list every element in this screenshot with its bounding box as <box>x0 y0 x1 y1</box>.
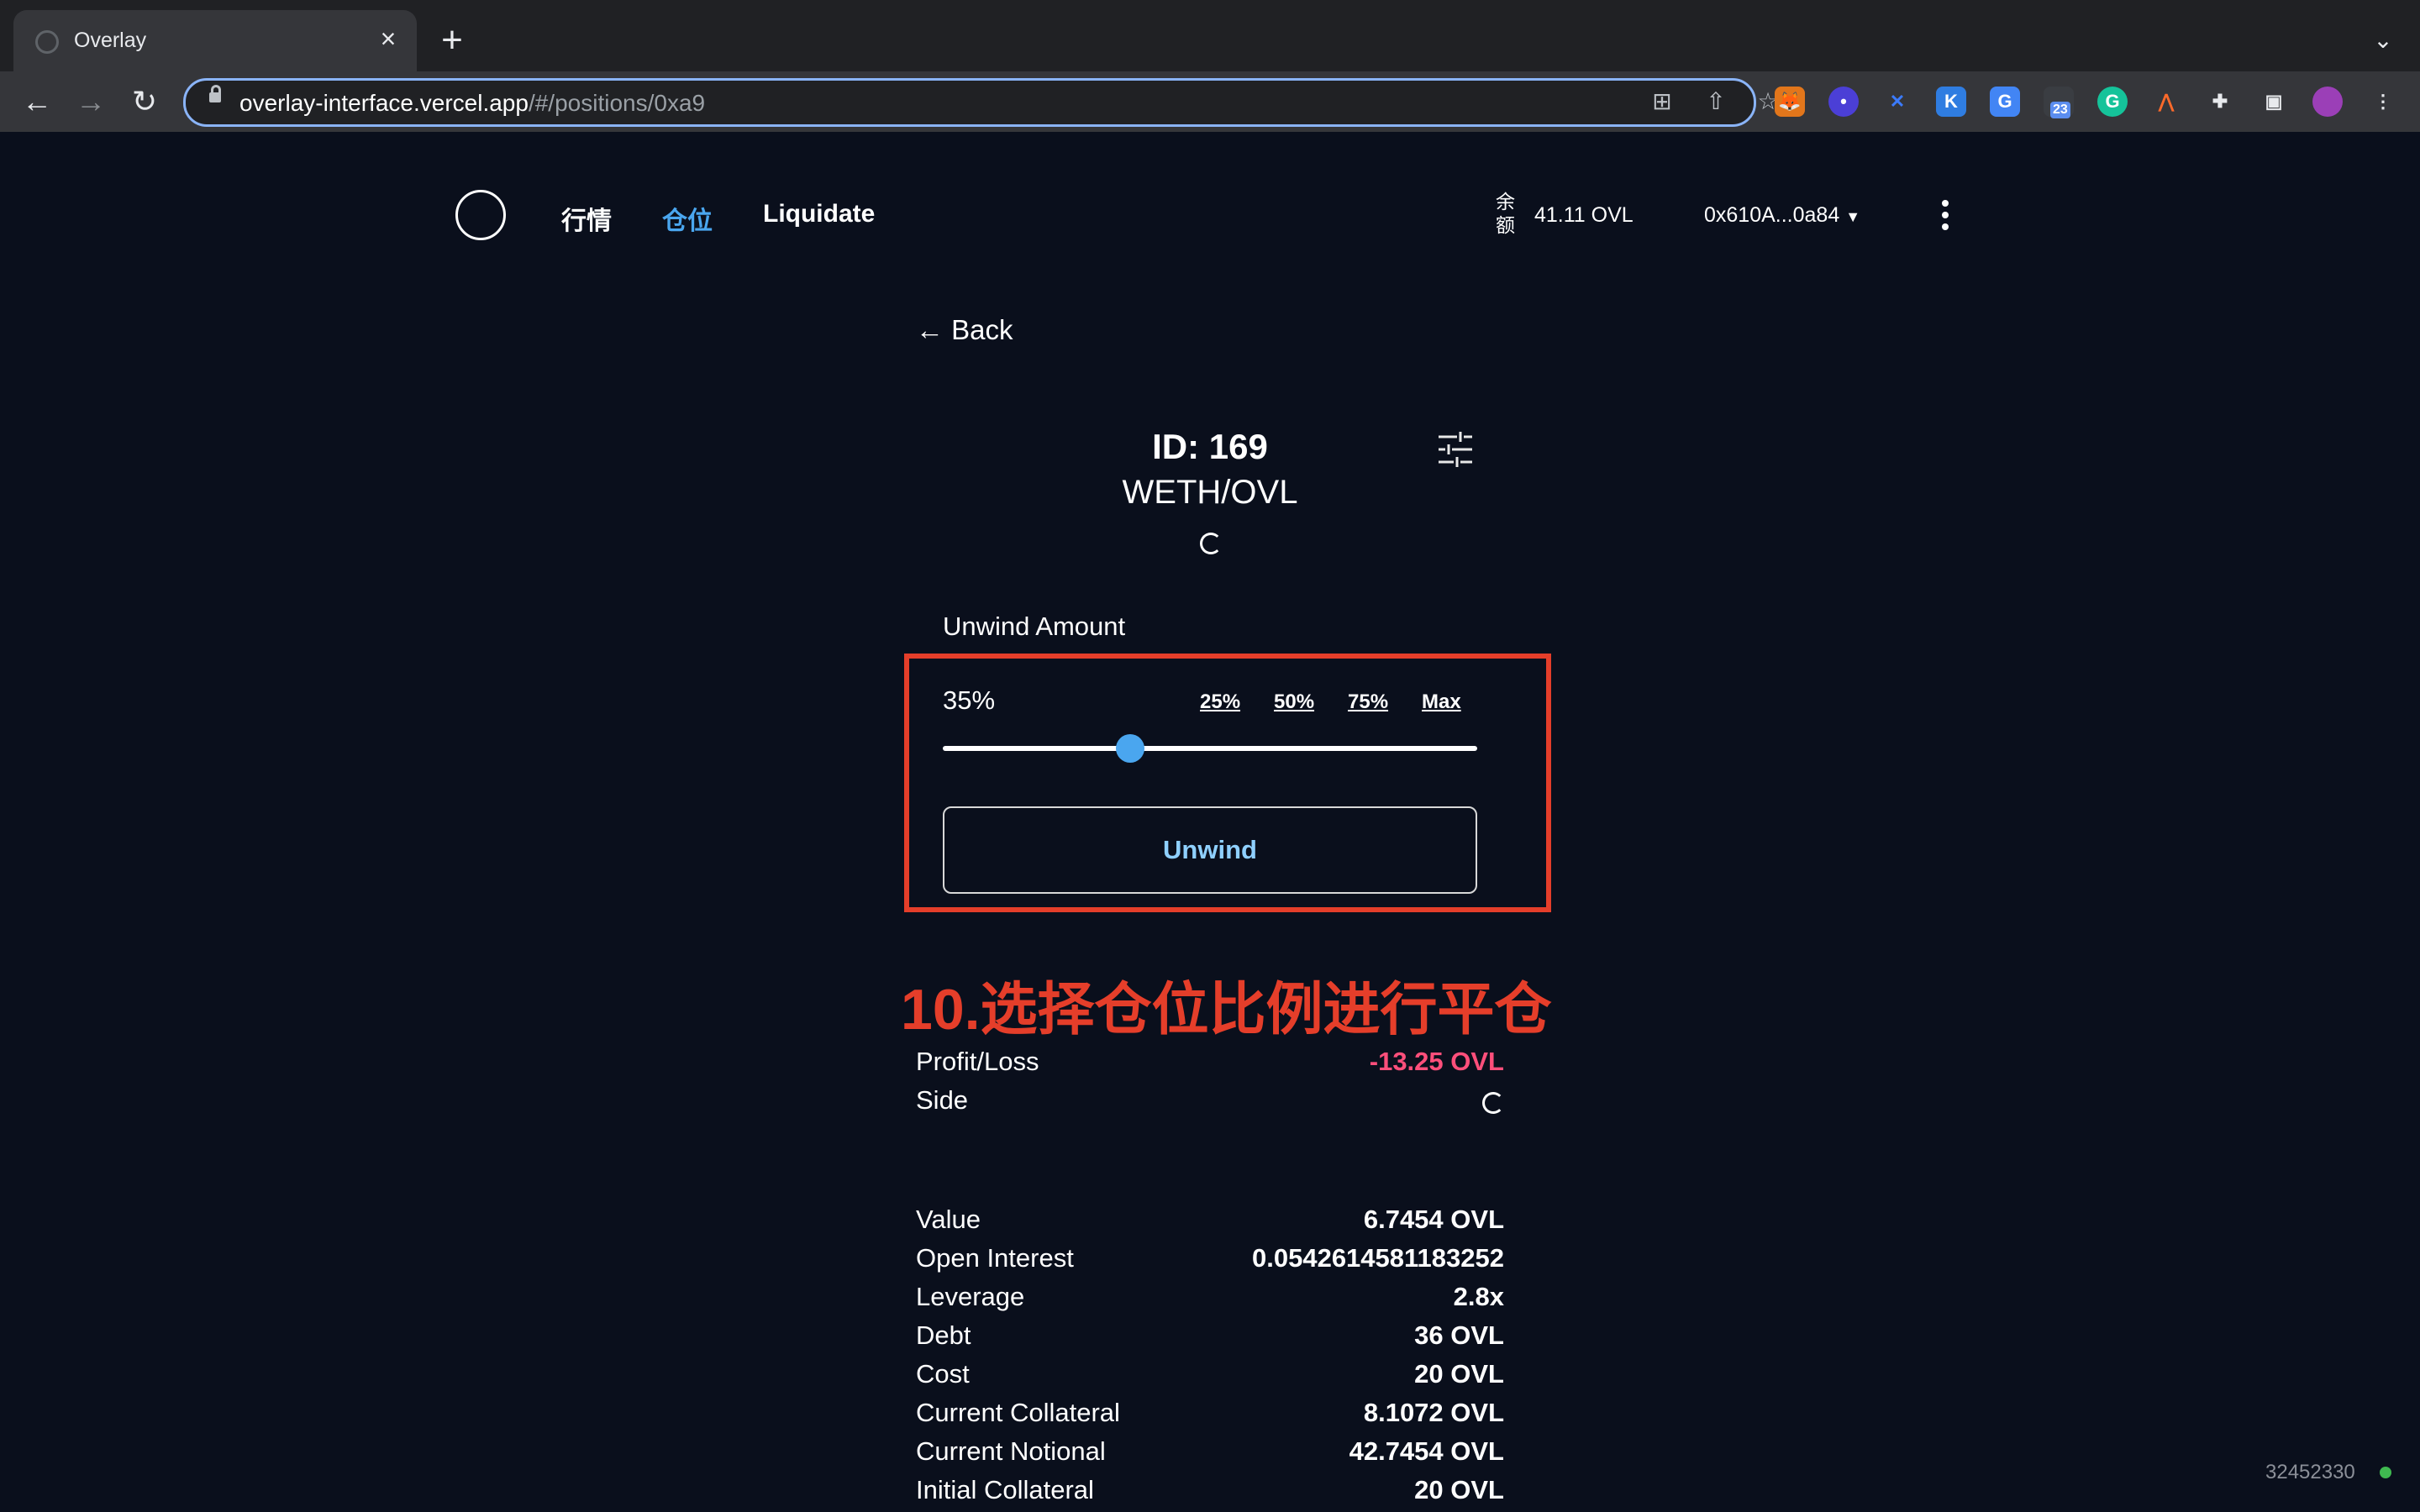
sliders-settings-icon[interactable] <box>1435 428 1476 470</box>
position-id: ID: 169 <box>1152 427 1268 466</box>
detail-value: 0.0542614581183252 <box>1252 1243 1504 1273</box>
detail-value: 42.7454 OVL <box>1349 1436 1504 1466</box>
unwind-slider-track[interactable] <box>943 746 1477 751</box>
tool-extension-icon[interactable]: ✕ <box>1882 87 1912 117</box>
detail-value: 20 OVL <box>1414 1359 1504 1389</box>
annotation-caption: 10.选择仓位比例进行平仓 <box>901 978 1552 1042</box>
more-menu-icon[interactable] <box>1933 200 1958 237</box>
nav-markets[interactable]: 行情 <box>561 200 612 237</box>
detail-label: Open Interest <box>916 1243 1074 1273</box>
lock-icon <box>209 85 221 102</box>
detail-value: 36 OVL <box>1414 1320 1504 1350</box>
position-market: WETH/OVL <box>1122 474 1298 511</box>
unwind-percent-value: 35% <box>943 685 996 715</box>
tab-favicon-icon <box>35 30 59 54</box>
profit-loss-value: -13.25 OVL <box>1369 1047 1504 1076</box>
detail-label: Current Collateral <box>916 1398 1120 1427</box>
overlay-logo[interactable] <box>455 190 506 240</box>
unwind-slider-thumb[interactable] <box>1115 734 1144 763</box>
tab-title: Overlay <box>74 29 147 52</box>
detail-label: Cost <box>916 1359 970 1389</box>
profile-avatar[interactable] <box>2312 87 2343 117</box>
badge-extension-icon[interactable]: 23 <box>2044 87 2074 118</box>
extension-badge-count: 23 <box>2050 102 2070 118</box>
new-tab-plus-icon[interactable]: + <box>434 22 471 59</box>
quick-50-button[interactable]: 50% <box>1274 690 1314 714</box>
loading-spinner-icon <box>1200 533 1222 554</box>
forward-arrow-icon[interactable]: → <box>72 83 109 120</box>
nav-positions[interactable]: 仓位 <box>662 200 713 237</box>
google-translate-extension-icon[interactable]: G <box>1990 87 2020 117</box>
arrow-left-icon: ← <box>916 314 944 345</box>
balance-label: 余额 <box>1496 191 1515 236</box>
detail-label: Current Notional <box>916 1436 1106 1466</box>
detail-value: 2.8x <box>1453 1282 1504 1311</box>
detail-label: Initial Collateral <box>916 1475 1094 1504</box>
quick-max-button[interactable]: Max <box>1422 690 1461 714</box>
quick-75-button[interactable]: 75% <box>1348 690 1388 714</box>
nav-liquidate[interactable]: Liquidate <box>763 200 875 228</box>
ghost-extension-icon[interactable]: • <box>1828 87 1859 117</box>
quick-25-button[interactable]: 25% <box>1200 690 1240 714</box>
grammarly-extension-icon[interactable]: G <box>2097 87 2128 117</box>
side-label: Side <box>916 1085 969 1115</box>
side-loading-spinner-icon <box>1482 1092 1504 1114</box>
profit-loss-label: Profit/Loss <box>916 1047 1039 1076</box>
arc-extension-icon[interactable]: ⋀ <box>2151 87 2181 117</box>
detail-label: Debt <box>916 1320 971 1350</box>
reload-icon[interactable]: ↻ <box>126 83 163 120</box>
caret-down-icon: ▼ <box>1845 208 1861 225</box>
url-text: overlay-interface.vercel.app/#/positions… <box>239 90 706 116</box>
wallet-address-button[interactable]: 0x610A...0a84 ▼ <box>1704 203 1860 228</box>
share-icon[interactable]: ⇧ <box>1702 87 1730 116</box>
extensions-puzzle-icon[interactable]: ✚ <box>2205 87 2235 117</box>
footer-id: 32452330 <box>2265 1461 2355 1483</box>
browser-menu-icon[interactable]: ⋮ <box>2368 87 2398 117</box>
detail-label: Leverage <box>916 1282 1025 1311</box>
detail-value: 8.1072 OVL <box>1363 1398 1504 1427</box>
browser-toolbar: ← → ↻ overlay-interface.vercel.app/#/pos… <box>0 71 2420 132</box>
tab-close-icon[interactable]: × <box>371 22 405 55</box>
detail-label: Value <box>916 1205 981 1234</box>
tab-search-chevron-icon[interactable]: ⌄ <box>2366 24 2400 57</box>
k-extension-icon[interactable]: K <box>1936 87 1966 117</box>
detail-value: 20 OVL <box>1414 1475 1504 1504</box>
back-link[interactable]: ← Back <box>916 314 1013 346</box>
metamask-extension-icon[interactable]: 🦊 <box>1775 87 1805 117</box>
side-panel-icon[interactable]: ▣ <box>2259 87 2289 117</box>
back-arrow-icon[interactable]: ← <box>18 83 55 120</box>
browser-tab[interactable]: Overlay × <box>13 10 417 71</box>
balance-value: 41.11 OVL <box>1534 203 1634 227</box>
address-bar[interactable]: overlay-interface.vercel.app/#/positions… <box>183 78 1779 127</box>
translate-icon[interactable]: ⊞ <box>1648 87 1676 116</box>
browser-tab-strip: Overlay × + ⌄ <box>0 0 2420 71</box>
detail-value: 6.7454 OVL <box>1363 1205 1504 1234</box>
unwind-button[interactable]: Unwind <box>943 806 1477 894</box>
status-dot-icon <box>2380 1467 2391 1478</box>
unwind-amount-label: Unwind Amount <box>943 612 1126 641</box>
